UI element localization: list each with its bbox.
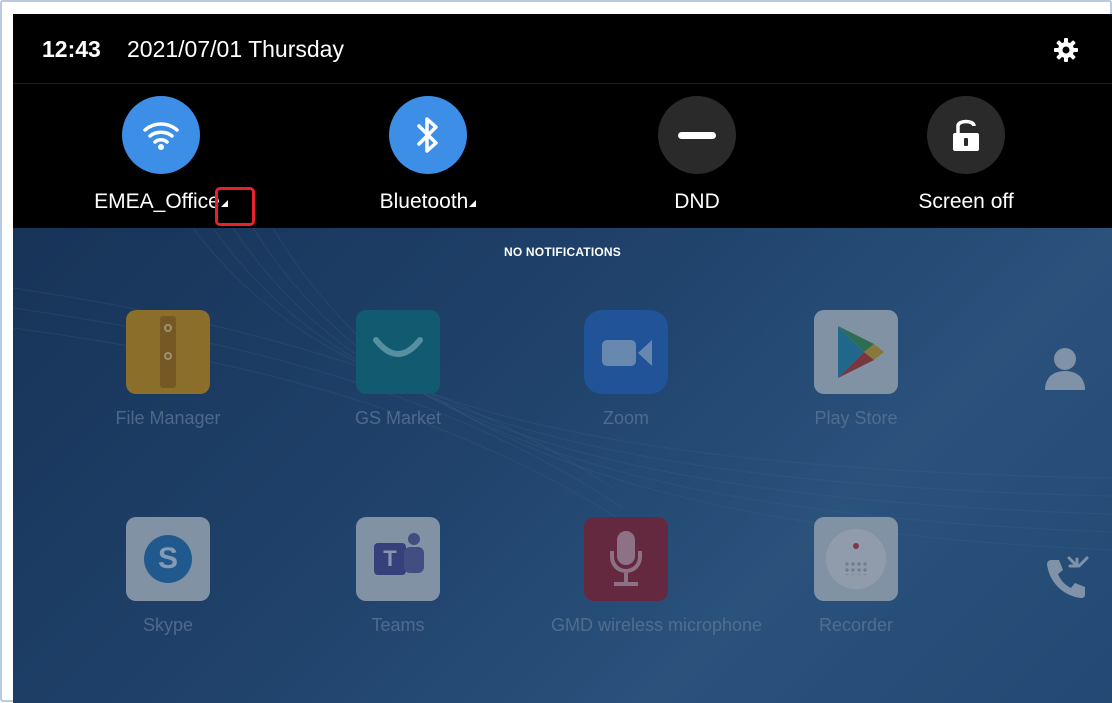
- tile-screen-off[interactable]: Screen off: [856, 96, 1076, 215]
- gear-icon[interactable]: [1053, 37, 1079, 63]
- highlight-box: [215, 187, 255, 226]
- bluetooth-icon[interactable]: [389, 96, 467, 174]
- status-bar: 12:43 2021/07/01 Thursday: [13, 14, 1112, 84]
- dnd-minus-icon[interactable]: [658, 96, 736, 174]
- tile-bluetooth[interactable]: Bluetooth: [318, 96, 538, 215]
- clock-time: 12:43: [42, 36, 101, 62]
- dnd-label: DND: [674, 190, 720, 213]
- tile-dnd[interactable]: DND: [587, 96, 807, 215]
- tile-label[interactable]: Bluetooth: [318, 189, 538, 215]
- dropdown-triangle-icon[interactable]: [469, 200, 477, 207]
- quick-settings-panel: 12:43 2021/07/01 Thursday EMEA_Office Bl…: [13, 14, 1112, 228]
- bluetooth-label: Bluetooth: [379, 190, 469, 213]
- wifi-network-label: EMEA_Office: [94, 190, 220, 213]
- screen-off-label: Screen off: [918, 190, 1014, 213]
- no-notifications-text: NO NOTIFICATIONS: [504, 245, 621, 259]
- shade-overlay: [13, 228, 1112, 703]
- clock-date: 2021/07/01 Thursday: [127, 36, 344, 62]
- screenshot-frame: File Manager GS Market Zoom Play Store S…: [0, 0, 1112, 703]
- device-screen: File Manager GS Market Zoom Play Store S…: [13, 14, 1112, 703]
- wifi-icon[interactable]: [122, 96, 200, 174]
- lock-icon[interactable]: [927, 96, 1005, 174]
